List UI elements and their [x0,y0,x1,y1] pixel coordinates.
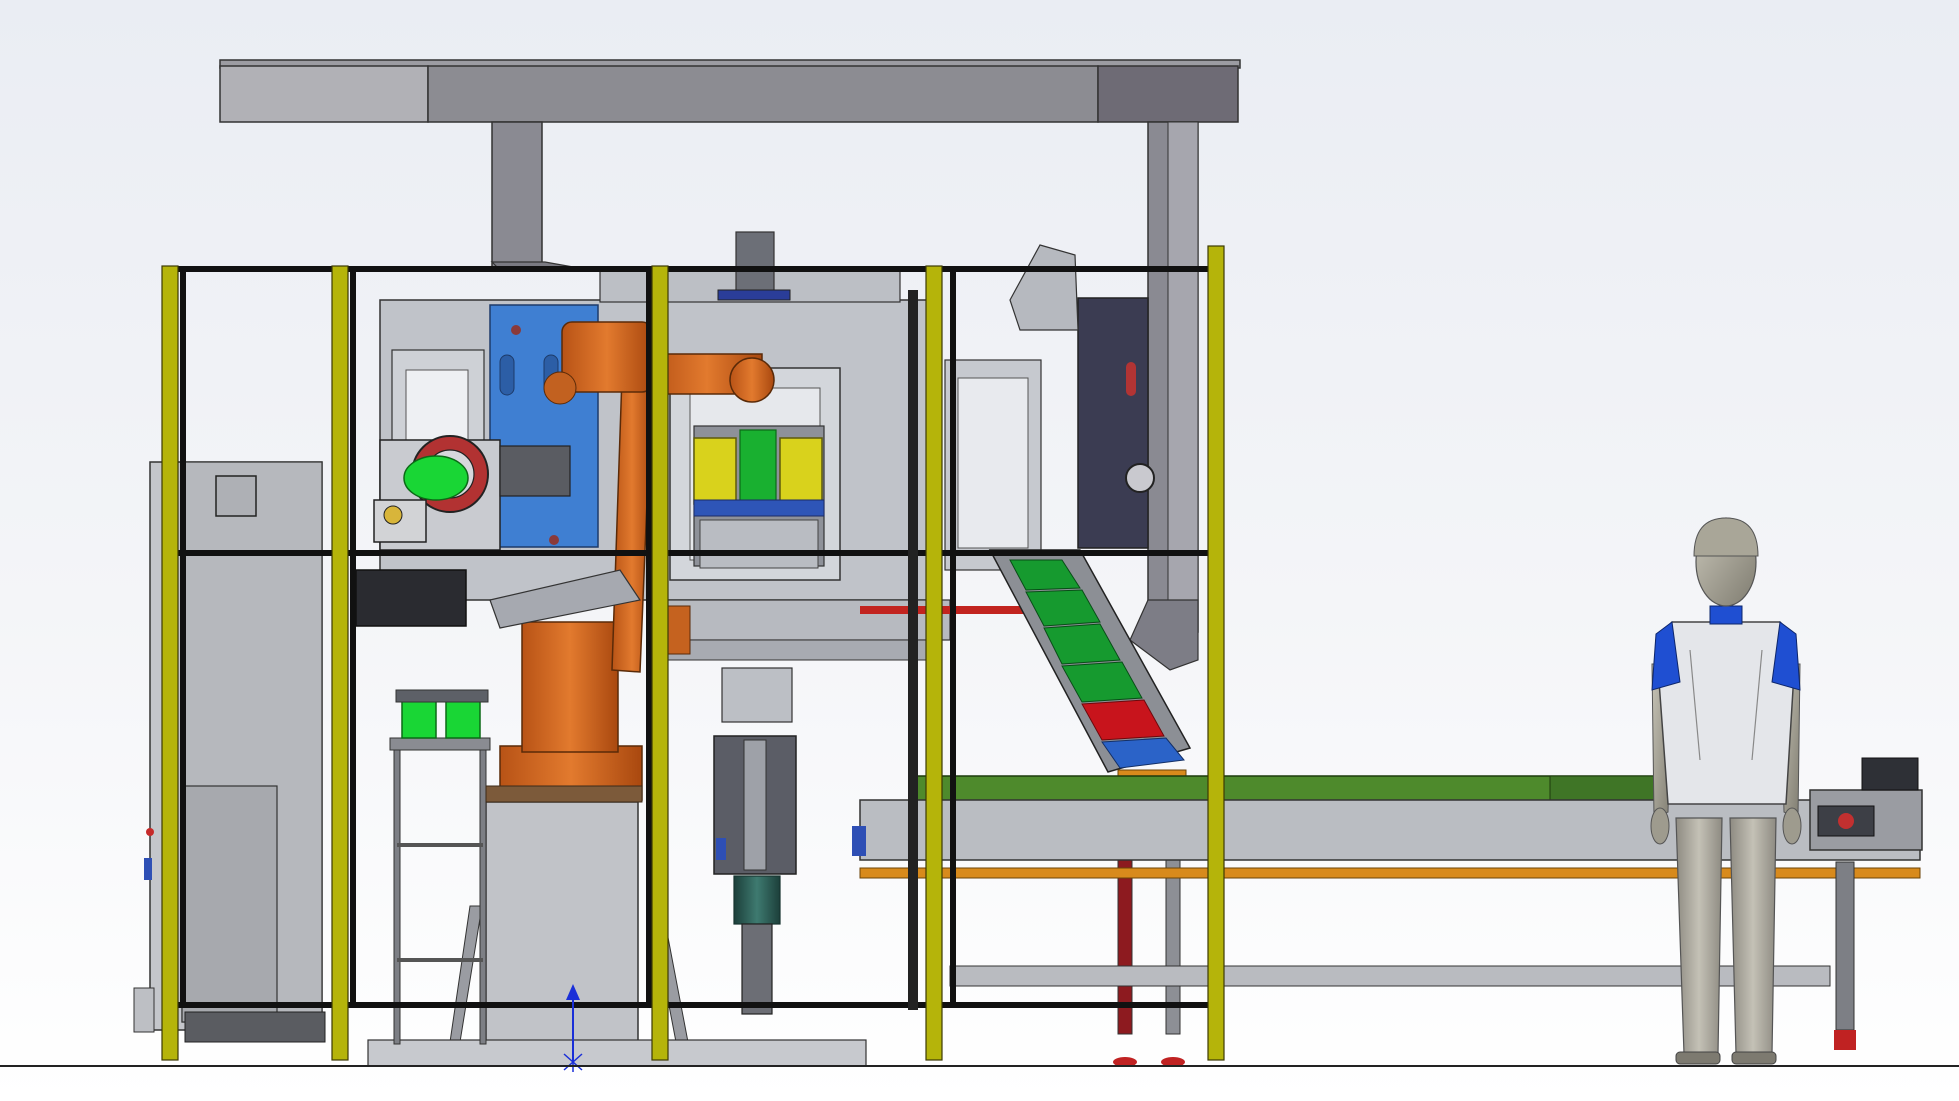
fence-rail-top [168,266,1218,272]
pedestal-base-plate [367,1039,867,1067]
mannequin-collar [1709,605,1743,625]
fixture-blue-strip [693,499,825,517]
cabinet-blue-switch [144,858,152,880]
cabinet-display [215,475,257,517]
fence-inner-vertical [350,268,356,1008]
green-jaw-right [445,699,481,739]
cabinet-plinth [184,1011,326,1043]
fixture-yellow-left [693,437,737,505]
robot-joint-cap [543,371,577,405]
gripper-fixture [693,425,825,569]
mannequin-hand-left [1650,807,1670,845]
blue-panel-slot-1 [499,354,515,396]
conveyor-bearing-hub [1838,813,1854,829]
mannequin-torso [1655,621,1797,805]
fence-post [651,265,669,1061]
robot-turret [521,621,619,753]
spindle-blue-mark [716,838,726,860]
blue-panel-hole [549,535,559,545]
stand-leg-right [479,747,487,1045]
spindle-tip [741,923,773,1015]
gantry-beam-mid [427,65,1099,123]
cabinet-red-button [146,828,154,836]
conveyor-leg [1835,861,1855,1031]
gantry-beam-right [1097,65,1239,123]
dark-door-port [1125,463,1155,493]
gripper-cylinder [499,445,571,497]
cabinet-lower-panel [181,785,278,1023]
mannequin-leg-left [1675,817,1723,1055]
jaw-holder [395,689,489,703]
conveyor-inlet-box [852,826,866,856]
fence-rail-middle [168,550,1218,556]
cad-viewport[interactable] [0,0,1959,1101]
cad-scene [0,0,1959,1101]
gripper-green-jaw [403,455,469,501]
fence-inner-vertical [950,268,956,1008]
spindle-rail [743,739,767,871]
machine-spindle-cap [717,289,791,301]
fixture-green-center [739,429,777,511]
fence-post [331,265,349,1061]
fixture-tray [699,519,819,569]
robot-base-plate [485,785,643,803]
fence-post [1207,245,1225,1061]
gantry-beam-left [219,65,429,123]
robot-wrist [729,357,775,403]
mannequin-leg-right [1729,817,1777,1055]
mannequin-foot-right [1731,1051,1777,1065]
spindle-body [733,875,781,925]
machine-spindle-top [735,231,775,295]
machine-right-opening [957,377,1029,549]
gripper-motor [355,569,467,627]
stand-leg-left [393,747,401,1045]
machine-dark-door [1077,297,1149,549]
mannequin-hand-right [1782,807,1802,845]
machine-base-plate [649,639,931,661]
conveyor-foot [1834,1030,1856,1050]
stand-top [389,737,491,751]
fence-inner-vertical [646,268,652,1008]
mannequin-foot-left [1675,1051,1721,1065]
cabinet-side-box [133,987,155,1033]
fence-post [925,265,943,1061]
blue-panel-hole [511,325,521,335]
fence-post [161,265,179,1061]
conveyor-end-cap [1861,757,1919,791]
fixture-yellow-right [779,437,823,505]
robot-forearm [561,321,653,393]
fence-door-handle [908,290,918,1010]
fence-inner-vertical [180,268,186,1008]
gantry-post-left [491,121,543,271]
fence-rail-bottom [168,1002,1218,1008]
gripper-sensor-lens [383,505,403,525]
green-jaw-left [401,699,437,739]
dark-door-red-slot [1126,362,1136,396]
spindle-collar [721,667,793,723]
